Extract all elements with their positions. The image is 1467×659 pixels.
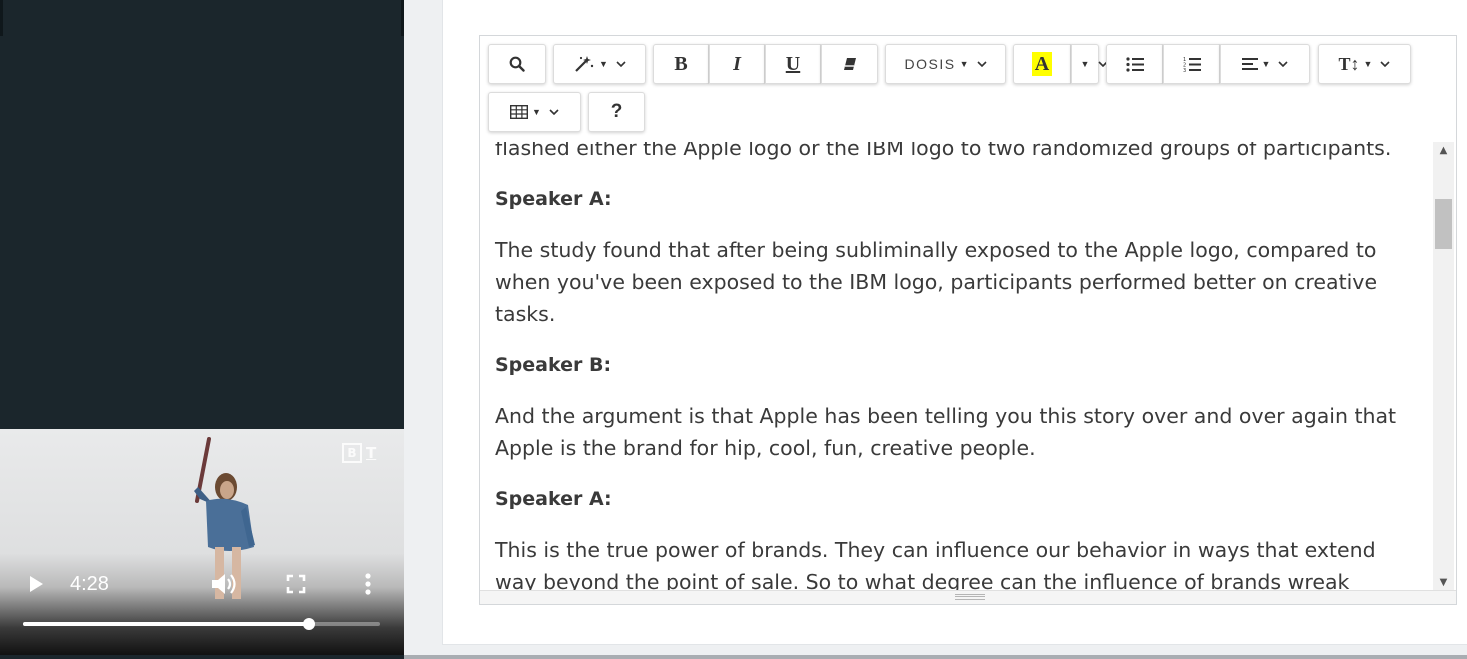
chevron-down-icon xyxy=(616,61,626,67)
align-left-icon xyxy=(1241,58,1258,70)
transcript-paragraph: This is the true power of brands. They c… xyxy=(495,538,1376,591)
scrollbar-thumb[interactable] xyxy=(1435,199,1452,249)
search-icon xyxy=(509,56,525,72)
logo-letter-b: B xyxy=(342,443,362,463)
ordered-list-icon: 1 2 3 xyxy=(1183,57,1201,72)
video-progress-bar[interactable] xyxy=(23,618,380,630)
play-button[interactable] xyxy=(22,564,50,604)
more-color-button[interactable]: ▼ xyxy=(1071,44,1099,84)
chevron-down-icon xyxy=(549,109,559,115)
bottom-bar xyxy=(404,655,1467,659)
text-size-dropdown[interactable]: T↕ ▼ xyxy=(1318,44,1411,84)
magic-style-button[interactable]: ▼ xyxy=(553,44,646,84)
video-player[interactable]: B T 4:28 xyxy=(0,429,404,655)
rich-text-editor: ▼ B I U DOSIS ▼ A ▼ 1 2 3 ▼ T↕ ▼ ▼ ? fla… xyxy=(479,35,1457,605)
transcript-paragraph: The study found that after being sublimi… xyxy=(495,238,1378,326)
fullscreen-button[interactable] xyxy=(282,564,310,604)
speaker-label: Speaker A: xyxy=(495,188,612,210)
chevron-down-icon xyxy=(1278,61,1289,67)
caret-down-icon: ▼ xyxy=(1363,59,1373,69)
left-top-strip xyxy=(0,0,404,36)
eraser-icon xyxy=(843,58,856,70)
bold-button[interactable]: B xyxy=(653,44,709,84)
volume-icon xyxy=(212,574,236,594)
scroll-up-arrow-icon[interactable]: ▲ xyxy=(1433,142,1454,159)
clear-format-button[interactable] xyxy=(821,44,878,84)
editor-scrollbar[interactable]: ▲ ▼ xyxy=(1433,142,1454,591)
chevron-down-icon xyxy=(976,61,987,67)
editor-toolbar: ▼ B I U DOSIS ▼ A ▼ 1 2 3 ▼ T↕ ▼ ▼ ? xyxy=(480,36,1456,136)
video-controls: 4:28 xyxy=(0,564,404,604)
underline-icon: U xyxy=(785,52,801,75)
resize-grip-icon xyxy=(955,594,985,600)
font-family-label: DOSIS xyxy=(904,56,956,72)
transcript-paragraph: flashed either the Apple logo or the IBM… xyxy=(495,142,1392,160)
play-icon xyxy=(30,576,43,592)
transcript-paragraph: And the argument is that Apple has been … xyxy=(495,404,1397,460)
table-icon xyxy=(510,105,529,119)
svg-text:3: 3 xyxy=(1183,68,1186,72)
help-icon: ? xyxy=(610,101,623,122)
scroll-down-arrow-icon[interactable]: ▼ xyxy=(1433,574,1454,591)
italic-button[interactable]: I xyxy=(709,44,765,84)
chevron-down-icon xyxy=(1380,61,1391,67)
italic-icon: I xyxy=(733,52,741,75)
highlight-icon: A xyxy=(1031,52,1053,76)
video-progress-thumb[interactable] xyxy=(302,618,315,630)
editor-content[interactable]: flashed either the Apple logo or the IBM… xyxy=(480,142,1433,591)
magic-wand-icon xyxy=(575,56,594,72)
underline-button[interactable]: U xyxy=(765,44,821,84)
help-button[interactable]: ? xyxy=(588,92,645,132)
ordered-list-button[interactable]: 1 2 3 xyxy=(1163,44,1220,84)
more-vertical-icon xyxy=(365,573,371,595)
unordered-list-button[interactable] xyxy=(1106,44,1163,84)
editor-resize-handle[interactable] xyxy=(480,590,1456,604)
unordered-list-icon xyxy=(1125,56,1144,72)
caret-down-icon: ▼ xyxy=(1261,59,1271,69)
speaker-label: Speaker A: xyxy=(495,488,612,510)
table-dropdown[interactable]: ▼ xyxy=(488,92,581,132)
align-dropdown[interactable]: ▼ xyxy=(1220,44,1310,84)
search-button[interactable] xyxy=(488,44,546,84)
text-size-icon: T↕ xyxy=(1338,53,1360,74)
more-options-button[interactable] xyxy=(356,564,380,604)
editor-text: flashed either the Apple logo or the IBM… xyxy=(495,142,1420,591)
volume-button[interactable] xyxy=(208,564,240,604)
caret-down-icon: ▼ xyxy=(959,59,969,69)
speaker-label: Speaker B: xyxy=(495,354,612,376)
caret-down-icon: ▼ xyxy=(1080,59,1090,69)
logo-letter-t: T xyxy=(366,444,377,462)
caret-down-icon: ▼ xyxy=(599,59,608,69)
highlight-color-button[interactable]: A xyxy=(1013,44,1071,84)
caret-down-icon: ▼ xyxy=(532,107,541,117)
video-channel-logo: B T xyxy=(342,442,384,464)
bold-icon: B xyxy=(674,52,688,75)
font-family-dropdown[interactable]: DOSIS ▼ xyxy=(885,44,1006,84)
fullscreen-icon xyxy=(286,574,306,594)
video-time: 4:28 xyxy=(70,573,109,595)
video-progress-fill xyxy=(23,622,309,626)
